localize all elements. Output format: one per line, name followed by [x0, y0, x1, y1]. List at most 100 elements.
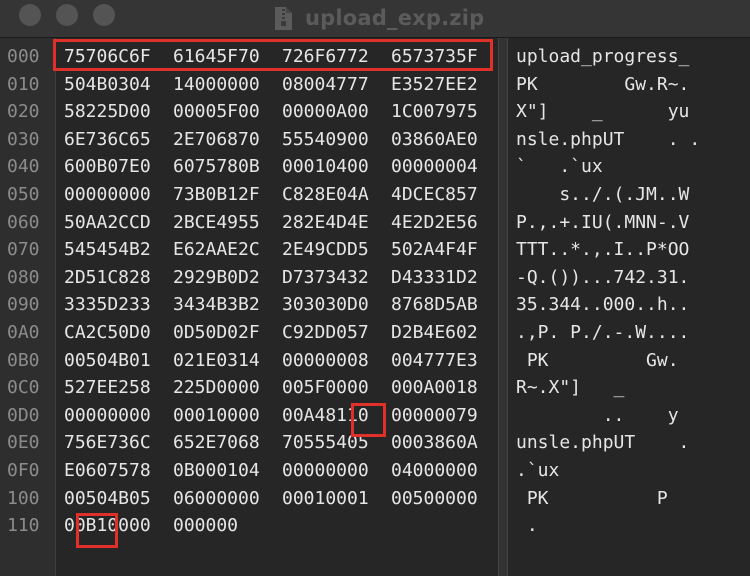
hex-group[interactable]: 04000000 [391, 457, 478, 485]
hex-group[interactable]: 58225D00 [64, 98, 151, 126]
hex-group[interactable]: 73B0B12F [173, 181, 260, 209]
hex-group[interactable]: 00010000 [173, 402, 260, 430]
hex-row[interactable]: 50AA2CCD 2BCE4955 282E4D4E 4E2D2E56 [64, 209, 494, 237]
hex-row[interactable]: 58225D00 00005F00 00000A00 1C007975 [64, 98, 494, 126]
hex-row[interactable]: 504B0304 14000000 08004777 E3527EE2 [64, 71, 494, 99]
hex-group[interactable]: 00000004 [391, 153, 478, 181]
ascii-row[interactable]: PK Gw. [516, 347, 679, 375]
ascii-row[interactable]: ` .`ux [516, 153, 603, 181]
hex-group[interactable]: 005F0000 [282, 374, 369, 402]
hex-group[interactable]: 756E736C [64, 429, 151, 457]
hex-row[interactable]: 00504B05 06000000 00010001 00500000 [64, 485, 494, 513]
hex-group[interactable]: E62AAE2C [173, 236, 260, 264]
hex-group[interactable]: 08004777 [282, 71, 369, 99]
hex-group[interactable]: 2D51C828 [64, 264, 151, 292]
hex-group[interactable]: 00A48110 [282, 402, 369, 430]
hex-group[interactable]: 000A0018 [391, 374, 478, 402]
hex-group[interactable]: 00000079 [391, 402, 478, 430]
close-window-button[interactable] [19, 4, 41, 26]
ascii-row[interactable]: . [516, 512, 538, 540]
hex-group[interactable]: 6E736C65 [64, 126, 151, 154]
hex-row[interactable]: 756E736C 652E7068 70555405 0003860A [64, 429, 494, 457]
hex-group[interactable]: 8768D5AB [391, 291, 478, 319]
hex-group[interactable]: 4E2D2E56 [391, 209, 478, 237]
hex-group[interactable]: 4DCEC857 [391, 181, 478, 209]
pane-divider[interactable] [498, 38, 508, 576]
hex-group[interactable]: 6075780B [173, 153, 260, 181]
hex-group[interactable]: 00005F00 [173, 98, 260, 126]
hex-group[interactable]: 00504B05 [64, 485, 151, 513]
hex-group[interactable]: 545454B2 [64, 236, 151, 264]
hex-group[interactable]: 303030D0 [282, 291, 369, 319]
ascii-row[interactable]: .,P. P./.-.W.... [516, 319, 689, 347]
ascii-row[interactable]: PK P [516, 485, 668, 513]
hex-row[interactable]: 2D51C828 2929B0D2 D7373432 D43331D2 [64, 264, 494, 292]
hex-group[interactable]: 021E0314 [173, 347, 260, 375]
hex-row[interactable]: 00B10000 000000 [64, 512, 494, 540]
hex-group[interactable]: 0003860A [391, 429, 478, 457]
ascii-row[interactable]: PK Gw.R~. [516, 71, 689, 99]
ascii-row[interactable]: X"] _ yu [516, 98, 689, 126]
ascii-row[interactable]: 35.344..000..h.. [516, 291, 689, 319]
hex-group[interactable]: 00504B01 [64, 347, 151, 375]
hex-group[interactable]: 06000000 [173, 485, 260, 513]
hex-group[interactable]: 00010001 [282, 485, 369, 513]
hex-group[interactable]: 70555405 [282, 429, 369, 457]
hex-group[interactable]: 00000A00 [282, 98, 369, 126]
ascii-row[interactable]: P.,.+.IU(.MNN-.V [516, 209, 689, 237]
hex-group[interactable]: 1C007975 [391, 98, 478, 126]
hex-group[interactable]: C92DD057 [282, 319, 369, 347]
hex-group[interactable]: 652E7068 [173, 429, 260, 457]
hex-group[interactable]: 00B10000 [64, 512, 151, 540]
hex-group[interactable]: 0B000104 [173, 457, 260, 485]
hex-group[interactable]: D2B4E602 [391, 319, 478, 347]
zoom-window-button[interactable] [93, 4, 115, 26]
hex-row[interactable]: 6E736C65 2E706870 55540900 03860AE0 [64, 126, 494, 154]
hex-group[interactable]: 527EE258 [64, 374, 151, 402]
ascii-row[interactable]: .. y [516, 402, 679, 430]
ascii-row[interactable]: upload_progress_ [516, 43, 689, 71]
hex-group[interactable]: 2E706870 [173, 126, 260, 154]
hex-row[interactable]: E0607578 0B000104 00000000 04000000 [64, 457, 494, 485]
hex-group[interactable]: 2E49CDD5 [282, 236, 369, 264]
hex-group[interactable]: E3527EE2 [391, 71, 478, 99]
ascii-row[interactable]: unsle.phpUT . [516, 429, 689, 457]
hex-group[interactable]: 282E4D4E [282, 209, 369, 237]
hex-group[interactable]: 6573735F [391, 43, 478, 71]
hex-group[interactable]: 00500000 [391, 485, 478, 513]
hex-group[interactable]: 502A4F4F [391, 236, 478, 264]
hex-group[interactable]: 00000000 [64, 402, 151, 430]
ascii-row[interactable]: R~.X"] _ [516, 374, 624, 402]
hex-row[interactable]: 75706C6F 61645F70 726F6772 6573735F [64, 43, 494, 71]
hex-group[interactable]: 2929B0D2 [173, 264, 260, 292]
hex-group[interactable]: 726F6772 [282, 43, 369, 71]
hex-group[interactable]: 03860AE0 [391, 126, 478, 154]
hex-group[interactable]: E0607578 [64, 457, 151, 485]
hex-group[interactable]: 225D0000 [173, 374, 260, 402]
ascii-row[interactable]: TTT..*.,.I..P*OO [516, 236, 689, 264]
hex-group[interactable]: C828E04A [282, 181, 369, 209]
minimize-window-button[interactable] [56, 4, 78, 26]
hex-row[interactable]: 00504B01 021E0314 00000008 004777E3 [64, 347, 494, 375]
hex-row[interactable]: 600B07E0 6075780B 00010400 00000004 [64, 153, 494, 181]
hex-group[interactable]: 75706C6F [64, 43, 151, 71]
hex-group[interactable]: 00000008 [282, 347, 369, 375]
hex-row[interactable]: 3335D233 3434B3B2 303030D0 8768D5AB [64, 291, 494, 319]
hex-group[interactable]: D43331D2 [391, 264, 478, 292]
hex-group[interactable]: 50AA2CCD [64, 209, 151, 237]
hex-group[interactable]: 00000000 [64, 181, 151, 209]
hex-row[interactable]: 00000000 73B0B12F C828E04A 4DCEC857 [64, 181, 494, 209]
hex-group[interactable]: 600B07E0 [64, 153, 151, 181]
hex-group[interactable]: 3434B3B2 [173, 291, 260, 319]
hex-group[interactable]: 504B0304 [64, 71, 151, 99]
hex-row[interactable]: 527EE258 225D0000 005F0000 000A0018 [64, 374, 494, 402]
hex-group[interactable]: D7373432 [282, 264, 369, 292]
hex-group[interactable]: 00010400 [282, 153, 369, 181]
ascii-row[interactable]: .`ux [516, 457, 559, 485]
ascii-row[interactable]: nsle.phpUT . . [516, 126, 700, 154]
hex-group[interactable]: 55540900 [282, 126, 369, 154]
hex-group[interactable]: 61645F70 [173, 43, 260, 71]
ascii-row[interactable]: -Q.())...742.31. [516, 264, 689, 292]
hex-row[interactable]: CA2C50D0 0D50D02F C92DD057 D2B4E602 [64, 319, 494, 347]
ascii-row[interactable]: s../.(.JM..W [516, 181, 689, 209]
